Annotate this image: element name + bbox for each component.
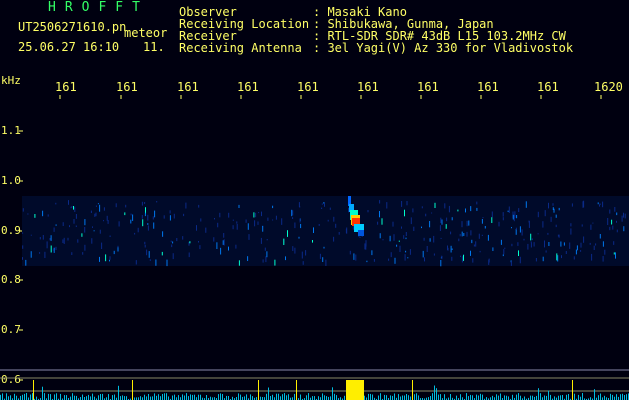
power-peak	[346, 380, 364, 400]
spectrogram-plot	[0, 95, 629, 400]
